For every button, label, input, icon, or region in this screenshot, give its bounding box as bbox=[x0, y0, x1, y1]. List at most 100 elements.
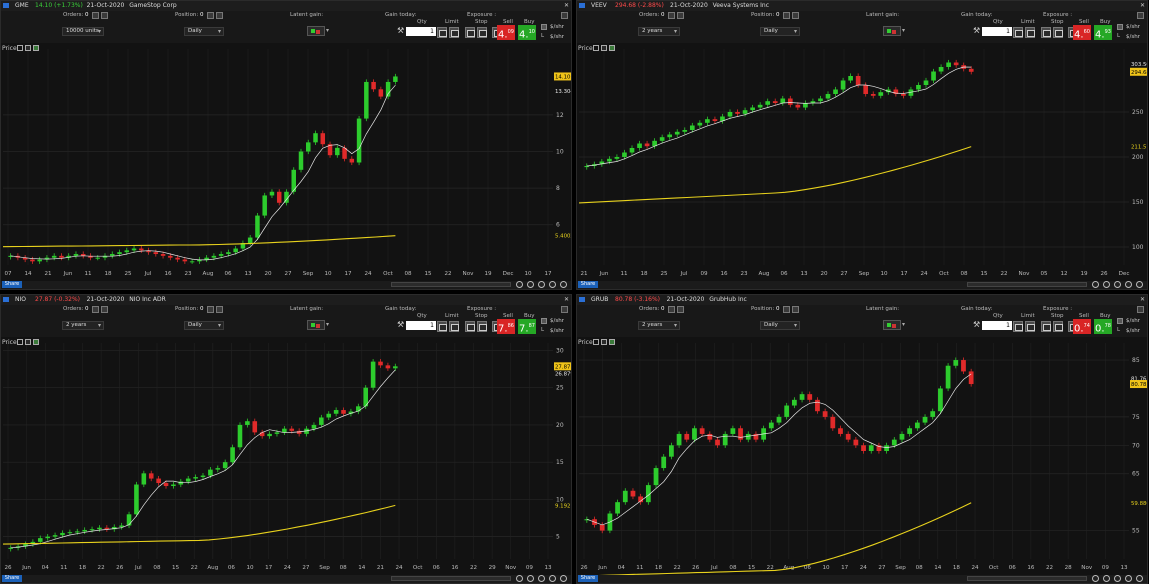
stop-buy-button[interactable] bbox=[1041, 321, 1051, 332]
add-indicator-icon[interactable] bbox=[601, 339, 607, 345]
position-menu-icon[interactable] bbox=[783, 12, 790, 19]
chart-scrollbar[interactable] bbox=[967, 282, 1087, 287]
zoom-fit-icon[interactable] bbox=[516, 575, 523, 582]
buy-button[interactable]: 0.78 bbox=[1094, 319, 1112, 334]
limit-sell-button[interactable] bbox=[449, 27, 459, 38]
scroll-left-icon[interactable] bbox=[560, 281, 567, 288]
qty-input[interactable]: 1 bbox=[406, 27, 436, 36]
interval-select[interactable]: Daily bbox=[760, 27, 800, 36]
stop-sell-button[interactable] bbox=[477, 321, 487, 332]
orders-list-icon[interactable] bbox=[101, 12, 108, 19]
zoom-out-icon[interactable] bbox=[1103, 281, 1110, 288]
orders-list-icon[interactable] bbox=[677, 12, 684, 19]
drawing-tools-chevron-icon[interactable]: ▾ bbox=[902, 27, 905, 34]
range-select[interactable]: 2 years bbox=[638, 27, 680, 36]
stop-sell-button[interactable] bbox=[1053, 321, 1063, 332]
zoom-fit-icon[interactable] bbox=[516, 281, 523, 288]
range-select[interactable]: 2 years bbox=[62, 321, 104, 330]
limit-sell-button[interactable] bbox=[449, 321, 459, 332]
price-chart[interactable]: Price 250 200 150 100 21 Jun 11 18 25 Jul 09 16 23 Aug… bbox=[577, 43, 1147, 281]
qty-input[interactable]: 1 bbox=[982, 27, 1012, 36]
exposure-menu-icon[interactable] bbox=[561, 12, 568, 19]
indicator-settings-icon[interactable] bbox=[609, 45, 615, 51]
close-panel-icon[interactable]: ✕ bbox=[564, 1, 569, 11]
scroll-right-icon[interactable] bbox=[549, 575, 556, 582]
range-select[interactable]: 10000 units bbox=[62, 27, 104, 36]
close-panel-icon[interactable]: ✕ bbox=[1140, 1, 1145, 11]
interval-select[interactable]: Daily bbox=[184, 321, 224, 330]
position-close-icon[interactable] bbox=[216, 12, 223, 19]
limit-buy-button[interactable] bbox=[437, 27, 447, 38]
chart-scrollbar[interactable] bbox=[967, 576, 1087, 581]
indicator-settings-icon[interactable] bbox=[609, 339, 615, 345]
scroll-right-icon[interactable] bbox=[1125, 575, 1132, 582]
close-panel-icon[interactable]: ✕ bbox=[564, 295, 569, 305]
qty-input[interactable]: 1 bbox=[406, 321, 436, 330]
symbol-label[interactable]: VEEV bbox=[591, 1, 607, 11]
scroll-left-icon[interactable] bbox=[1136, 281, 1143, 288]
price-chart[interactable]: Price 12 10 8 6 07 14 21 Jun 11 18 25 Jul 16 23 Aug 06 13… bbox=[1, 43, 571, 281]
position-menu-icon[interactable] bbox=[783, 306, 790, 313]
zoom-out-icon[interactable] bbox=[527, 575, 534, 582]
orders-menu-icon[interactable] bbox=[92, 306, 99, 313]
share-button[interactable]: Share bbox=[2, 281, 22, 288]
buy-button[interactable]: 4.10 bbox=[518, 25, 536, 40]
zoom-in-icon[interactable] bbox=[1114, 281, 1121, 288]
position-close-icon[interactable] bbox=[792, 306, 799, 313]
stop-sell-button[interactable] bbox=[1053, 27, 1063, 38]
exposure-menu-icon[interactable] bbox=[561, 306, 568, 313]
drawing-tools-chevron-icon[interactable]: ▾ bbox=[326, 321, 329, 328]
shr-toggle-top[interactable] bbox=[541, 318, 547, 324]
buy-button[interactable]: 7.87 bbox=[518, 319, 536, 334]
edit-indicator-icon[interactable] bbox=[17, 45, 23, 51]
zoom-in-icon[interactable] bbox=[538, 281, 545, 288]
scroll-right-icon[interactable] bbox=[1125, 281, 1132, 288]
stop-buy-button[interactable] bbox=[1041, 27, 1051, 38]
share-button[interactable]: Share bbox=[578, 281, 598, 288]
scroll-right-icon[interactable] bbox=[549, 281, 556, 288]
orders-menu-icon[interactable] bbox=[668, 306, 675, 313]
scroll-left-icon[interactable] bbox=[1136, 575, 1143, 582]
limit-sell-button[interactable] bbox=[1025, 27, 1035, 38]
drawing-tools-button[interactable] bbox=[883, 320, 901, 330]
stop-buy-button[interactable] bbox=[465, 27, 475, 38]
stop-sell-button[interactable] bbox=[477, 27, 487, 38]
limit-sell-button[interactable] bbox=[1025, 321, 1035, 332]
qty-input[interactable]: 1 bbox=[982, 321, 1012, 330]
zoom-in-icon[interactable] bbox=[538, 575, 545, 582]
indicator-settings-icon[interactable] bbox=[33, 45, 39, 51]
orders-list-icon[interactable] bbox=[101, 306, 108, 313]
interval-select[interactable]: Daily bbox=[760, 321, 800, 330]
add-indicator-icon[interactable] bbox=[25, 45, 31, 51]
edit-indicator-icon[interactable] bbox=[593, 45, 599, 51]
buy-button[interactable]: 4.93 bbox=[1094, 25, 1112, 40]
orders-menu-icon[interactable] bbox=[668, 12, 675, 19]
indicator-settings-icon[interactable] bbox=[33, 339, 39, 345]
price-chart[interactable]: Price 30 25 20 15 10 5 26 Jun 04 11 18 22 26 Jul 08 15 22… bbox=[1, 337, 571, 575]
drawing-tools-button[interactable] bbox=[307, 26, 325, 36]
order-settings-icon[interactable]: ⚒ bbox=[397, 26, 404, 35]
limit-buy-button[interactable] bbox=[1013, 321, 1023, 332]
sell-button[interactable]: 4.60 bbox=[1073, 25, 1091, 40]
exposure-menu-icon[interactable] bbox=[1137, 12, 1144, 19]
edit-indicator-icon[interactable] bbox=[593, 339, 599, 345]
drawing-tools-button[interactable] bbox=[883, 26, 901, 36]
drawing-tools-chevron-icon[interactable]: ▾ bbox=[326, 27, 329, 34]
zoom-out-icon[interactable] bbox=[1103, 575, 1110, 582]
zoom-in-icon[interactable] bbox=[1114, 575, 1121, 582]
sell-button[interactable]: 7.86 bbox=[497, 319, 515, 334]
stop-buy-button[interactable] bbox=[465, 321, 475, 332]
share-button[interactable]: Share bbox=[2, 575, 22, 582]
price-chart[interactable]: Price 85 75 70 65 55 26 Jun 04 11 18 22 26 Jul 08 15 22 A… bbox=[577, 337, 1147, 575]
orders-list-icon[interactable] bbox=[677, 306, 684, 313]
limit-buy-button[interactable] bbox=[1013, 27, 1023, 38]
order-settings-icon[interactable]: ⚒ bbox=[973, 320, 980, 329]
orders-menu-icon[interactable] bbox=[92, 12, 99, 19]
exposure-menu-icon[interactable] bbox=[1137, 306, 1144, 313]
interval-select[interactable]: Daily bbox=[184, 27, 224, 36]
edit-indicator-icon[interactable] bbox=[17, 339, 23, 345]
position-menu-icon[interactable] bbox=[207, 12, 214, 19]
limit-buy-button[interactable] bbox=[437, 321, 447, 332]
drawing-tools-chevron-icon[interactable]: ▾ bbox=[902, 321, 905, 328]
shr-toggle-top[interactable] bbox=[1117, 318, 1123, 324]
